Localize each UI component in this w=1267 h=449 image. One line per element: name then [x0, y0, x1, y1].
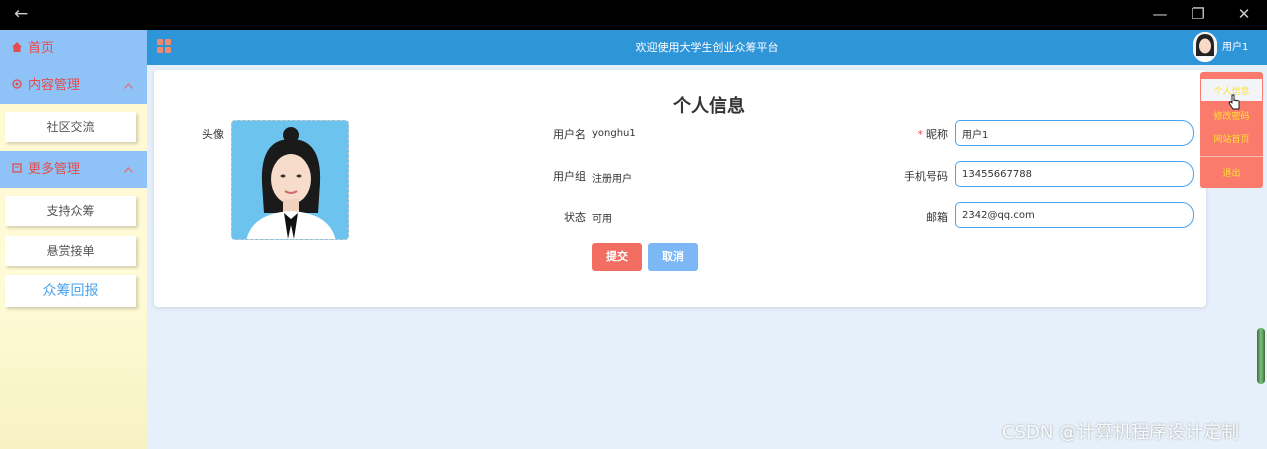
dropdown-item-site-home[interactable]: 网站首页: [1200, 132, 1263, 145]
back-arrow-icon[interactable]: ←: [14, 4, 28, 24]
required-asterisk: *: [917, 128, 924, 141]
status-label: 状态: [564, 211, 586, 224]
content-gear-icon: [12, 68, 24, 105]
sidebar-more-mgmt-label: 更多管理: [28, 162, 81, 177]
profile-card: 个人信息 头像 用户名 yonghu1 用户组 注册用户 状态 可用 *昵称 手…: [154, 70, 1206, 307]
avatar-label: 头像: [202, 128, 224, 141]
chevron-up-icon: [124, 151, 133, 188]
submit-button[interactable]: 提交: [592, 243, 642, 271]
site-title: 欢迎使用大学生创业众筹平台: [635, 41, 779, 54]
sidebar-home-label: 首页: [28, 41, 55, 56]
home-icon: [12, 31, 24, 68]
close-icon[interactable]: ✕: [1234, 5, 1254, 23]
page-title: 个人信息: [673, 96, 745, 117]
username-label: 用户名: [553, 128, 586, 141]
email-input[interactable]: [955, 202, 1194, 228]
usergroup-value: 注册用户: [592, 174, 632, 185]
minimize-icon[interactable]: —: [1150, 5, 1170, 23]
dropdown-divider: [1200, 156, 1263, 157]
sidebar-content-mgmt-label: 内容管理: [28, 78, 81, 93]
username-value: yonghu1: [592, 128, 636, 139]
usergroup-label: 用户组: [553, 170, 586, 183]
cancel-button[interactable]: 取消: [648, 243, 698, 271]
sidebar-item-bounty-orders[interactable]: 悬赏接单: [5, 236, 136, 266]
nickname-label-text: 昵称: [926, 128, 948, 141]
user-avatar[interactable]: [1193, 32, 1217, 62]
avatar-photo[interactable]: [231, 120, 349, 240]
phone-input[interactable]: [955, 161, 1194, 187]
sidebar-item-content-mgmt[interactable]: 内容管理: [0, 67, 147, 104]
nickname-input[interactable]: [955, 120, 1194, 146]
status-value: 可用: [592, 214, 612, 225]
sidebar: 首页 内容管理 社区交流 更多管理 支持众筹 悬赏接单 众筹回报: [0, 30, 147, 449]
sidebar-item-support-crowdfunding[interactable]: 支持众筹: [5, 196, 136, 226]
scrollbar-thumb[interactable]: [1257, 328, 1265, 384]
nickname-label: * 昵称: [880, 126, 949, 142]
header-username[interactable]: 用户1: [1222, 30, 1248, 65]
more-doc-icon: [12, 152, 24, 189]
dropdown-item-change-password[interactable]: 修改密码: [1200, 109, 1263, 122]
user-dropdown-menu: 个人信息 修改密码 网站首页 退出: [1200, 72, 1263, 188]
watermark-text: CSDN @计算机程序设计定制: [1002, 422, 1240, 443]
dropdown-item-logout[interactable]: 退出: [1200, 166, 1263, 179]
phone-label: 手机号码: [904, 170, 948, 183]
header-bar: 欢迎使用大学生创业众筹平台 用户1: [147, 30, 1267, 65]
sidebar-item-home[interactable]: 首页: [0, 30, 147, 67]
hand-cursor-icon: [1228, 94, 1240, 110]
sidebar-item-crowdfunding-rewards[interactable]: 众筹回报: [5, 275, 136, 307]
sidebar-item-more-mgmt[interactable]: 更多管理: [0, 151, 147, 188]
window-titlebar: ← — ❐ ✕: [0, 0, 1267, 30]
chevron-up-icon: [124, 67, 133, 104]
email-label: 邮箱: [926, 211, 948, 224]
sidebar-item-community[interactable]: 社区交流: [5, 112, 136, 142]
restore-icon[interactable]: ❐: [1188, 5, 1208, 23]
